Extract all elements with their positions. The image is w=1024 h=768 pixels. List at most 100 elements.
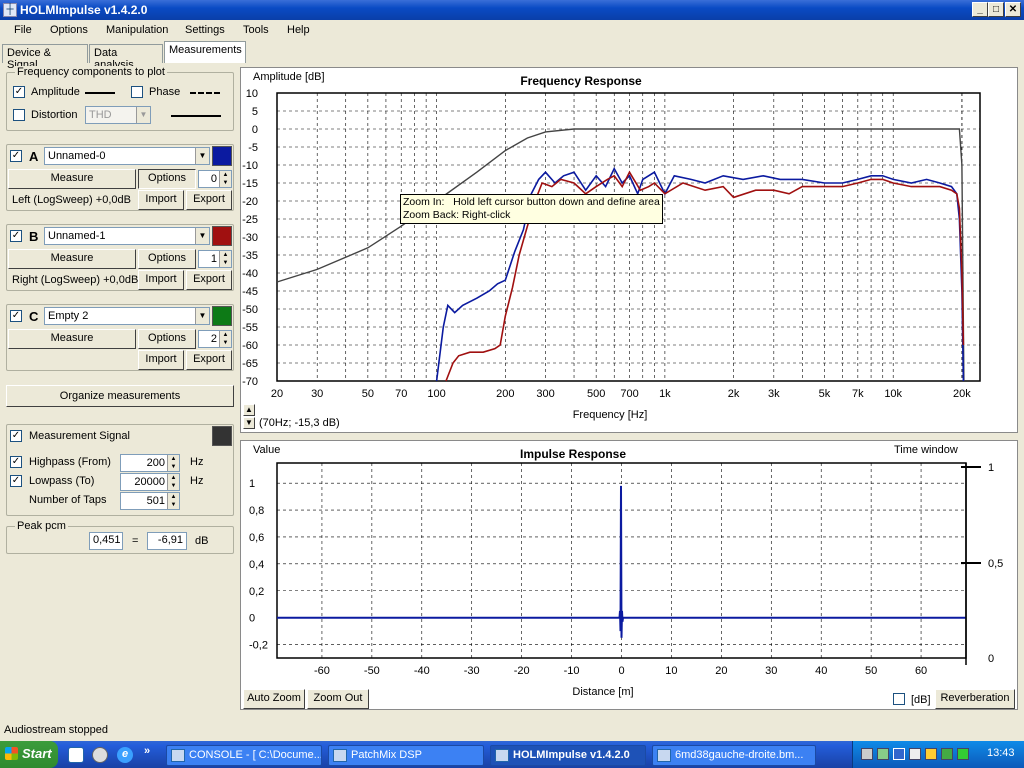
fr-ytick-label: -35 [242,250,258,262]
measurement-a-checkbox[interactable]: ✓ [10,150,22,162]
task-patchmix-label: PatchMix DSP [351,749,422,761]
patchmix-tray-icon[interactable] [893,748,905,760]
tab-data-analysis[interactable]: Data analysis [89,44,163,71]
phase-checkbox[interactable] [131,86,143,98]
highpass-spinner[interactable]: 200 ▲ ▼ [120,454,180,472]
cursor-up-button[interactable]: ▲ [243,404,255,416]
measurement-b-name-select[interactable]: Unnamed-1 ▼ [44,227,210,245]
menu-tools[interactable]: Tools [243,24,269,36]
security-icon[interactable] [925,748,937,760]
spinner-arrows-icon[interactable]: ▲ ▼ [167,493,179,509]
speaker-icon[interactable] [909,748,921,760]
maximize-button[interactable]: □ [988,2,1004,17]
internet-explorer-icon[interactable]: e [117,747,133,763]
spinner-arrows-icon[interactable]: ▲ ▼ [167,455,179,471]
amplitude-checkbox[interactable]: ✓ [13,86,25,98]
measurement-b-color-swatch[interactable] [212,226,232,246]
frequency-components-title: Frequency components to plot [15,66,167,78]
distortion-checkbox[interactable] [13,109,25,121]
measurement-c-name-select[interactable]: Empty 2 ▼ [44,307,210,325]
frequency-response-chart[interactable]: Amplitude [dB] Frequency Response Freque… [241,68,1017,432]
zoom-out-button[interactable]: Zoom Out [307,689,369,709]
minimize-button[interactable]: _ [972,2,988,17]
spinner-arrows-icon[interactable]: ▲ ▼ [219,251,231,267]
measurement-b-options-button[interactable]: Options [138,249,196,269]
cursor-down-button[interactable]: ▼ [243,417,255,429]
measurement-b-checkbox[interactable]: ✓ [10,230,22,242]
tray-app-icon[interactable] [877,748,889,760]
amplitude-label: Amplitude [31,86,80,98]
spinner-arrows-icon[interactable]: ▲ ▼ [219,331,231,347]
taps-spinner[interactable]: 501 ▲ ▼ [120,492,180,510]
tab-measurements[interactable]: Measurements [164,41,246,63]
fr-xtick-label: 200 [496,388,514,400]
measurement-signal-group: ✓ Measurement Signal ✓ Highpass (From) 2… [6,424,234,516]
measurement-c-export-button[interactable]: Export [186,350,232,370]
measurement-c-measure-button[interactable]: Measure [8,329,136,349]
measurement-a-name-select[interactable]: Unnamed-0 ▼ [44,147,210,165]
distortion-select[interactable]: THD ▼ [85,106,151,124]
fr-plot-area[interactable] [276,92,981,382]
auto-zoom-button[interactable]: Auto Zoom [243,689,305,709]
quick-launch-more-icon[interactable]: » [144,745,150,757]
start-button[interactable]: Start [0,741,58,768]
measurement-a-import-button[interactable]: Import [138,190,184,210]
measurement-a-export-button[interactable]: Export [186,190,232,210]
measurement-c-checkbox[interactable]: ✓ [10,310,22,322]
menu-manipulation[interactable]: Manipulation [106,24,168,36]
highpass-checkbox[interactable]: ✓ [10,456,22,468]
media-player-icon[interactable] [92,747,108,763]
ir-title: Impulse Response [520,447,626,461]
highpass-value: 200 [146,457,165,469]
menu-file[interactable]: File [14,24,32,36]
menu-bar: File Options Manipulation Settings Tools… [0,20,1024,41]
measurement-a-options-button[interactable]: Options [138,169,196,189]
menu-settings[interactable]: Settings [185,24,225,36]
task-bitmap[interactable]: 6md38gauche-droite.bm... [652,745,816,766]
distortion-select-value: THD [89,109,112,121]
lowpass-checkbox[interactable]: ✓ [10,475,22,487]
task-console[interactable]: CONSOLE - [ C:\Docume... [166,745,322,766]
tab-device-signal[interactable]: Device & Signal [2,44,88,71]
holmimpulse-icon [495,749,509,762]
spinner-arrows-icon[interactable]: ▲ ▼ [167,474,179,490]
menu-options[interactable]: Options [50,24,88,36]
menu-help[interactable]: Help [287,24,310,36]
measurement-b-export-button[interactable]: Export [186,270,232,290]
measurement-b-import-button[interactable]: Import [138,270,184,290]
measurement-a-index-spinner[interactable]: 0 ▲ ▼ [198,170,232,188]
title-bar[interactable]: ┼ HOLMImpulse v1.4.2.0 _ □ ✕ [0,0,1024,20]
ir-ytick-label: -0,2 [249,640,268,652]
measurement-signal-color-swatch[interactable] [212,426,232,446]
reverberation-button[interactable]: Reverberation [935,689,1015,709]
impulse-response-chart[interactable]: Value Impulse Response Distance [m] Time… [241,441,1017,709]
db-checkbox[interactable] [893,693,905,705]
measurement-a-measure-button[interactable]: Measure [8,169,136,189]
ir-ytick-label: 0,6 [249,532,264,544]
organize-measurements-button[interactable]: Organize measurements [6,385,234,407]
measurement-c-color-swatch[interactable] [212,306,232,326]
close-button[interactable]: ✕ [1005,2,1021,17]
antivirus-icon[interactable] [957,748,969,760]
measurement-signal-checkbox[interactable]: ✓ [10,430,22,442]
impulse-response-panel[interactable]: Value Impulse Response Distance [m] Time… [240,440,1018,710]
task-holmimpulse[interactable]: HOLMImpulse v1.4.2.0 [490,745,646,766]
measurement-c-index-spinner[interactable]: 2 ▲ ▼ [198,330,232,348]
highpass-unit: Hz [190,456,204,468]
measurement-b-index-spinner[interactable]: 1 ▲ ▼ [198,250,232,268]
measurement-c-import-button[interactable]: Import [138,350,184,370]
lowpass-spinner[interactable]: 20000 ▲ ▼ [120,473,180,491]
task-patchmix[interactable]: PatchMix DSP [328,745,484,766]
network-icon[interactable] [861,748,873,760]
frequency-response-panel[interactable]: Amplitude [dB] Frequency Response Freque… [240,67,1018,433]
spinner-arrows-icon[interactable]: ▲ ▼ [219,171,231,187]
measurement-a-color-swatch[interactable] [212,146,232,166]
show-desktop-icon[interactable] [68,747,84,763]
ir-xlabel: Distance [m] [572,686,633,698]
nvidia-icon[interactable] [941,748,953,760]
measurement-c-options-button[interactable]: Options [138,329,196,349]
measurement-a-name: Unnamed-0 [48,150,106,162]
measurement-b-measure-button[interactable]: Measure [8,249,136,269]
fr-ytick-label: -70 [242,376,258,388]
time-window-axis[interactable]: 1 0,5 0 [961,462,1003,665]
